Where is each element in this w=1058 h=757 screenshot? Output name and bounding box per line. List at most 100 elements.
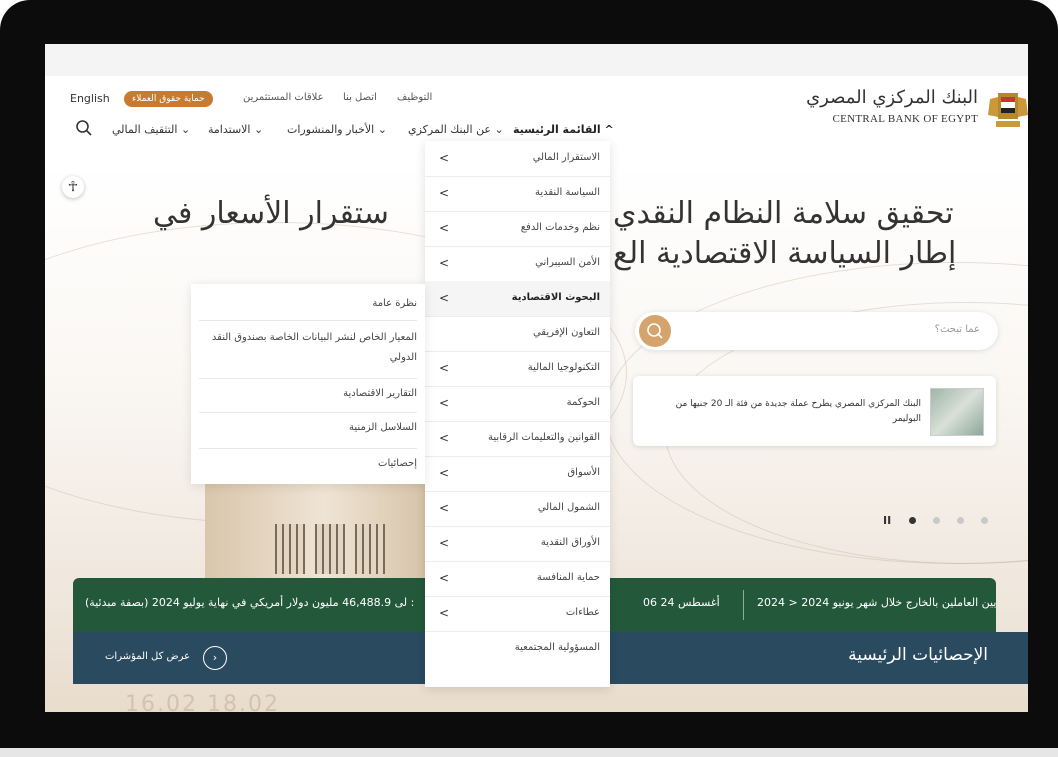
view-all-indicators-link[interactable]: عرض كل المؤشرات — [105, 651, 190, 662]
submenu-overview[interactable]: نظرة عامة — [199, 288, 417, 321]
carousel-dot[interactable] — [957, 517, 964, 524]
submenu-time-series[interactable]: السلاسل الزمنية — [199, 412, 417, 449]
main-menu-dropdown: < الاستقرار المالي < السياسة النقدية < نظم … — [425, 141, 610, 687]
menu-item-markets[interactable]: < الأسواق — [425, 456, 610, 492]
menu-item-label: التكنولوجيا المالية — [527, 362, 600, 373]
menu-item-label: الأسواق — [567, 467, 600, 478]
logo-arabic-name: البنك المركزي المصري — [806, 87, 978, 108]
nav-about[interactable]: عن البنك المركزي ⌄ — [408, 119, 504, 141]
site-search-bar[interactable]: عما تبحث؟ — [635, 312, 998, 350]
menu-item-governance[interactable]: < الحوكمة — [425, 386, 610, 422]
menu-item-label: القوانين والتعليمات الرقابية — [488, 432, 600, 443]
menu-item-monetary-policy[interactable]: < السياسة النقدية — [425, 176, 610, 212]
building-window — [275, 524, 305, 574]
menu-item-regulations[interactable]: < القوانين والتعليمات الرقابية — [425, 421, 610, 457]
chevron-left-icon: < — [439, 151, 450, 165]
carousel-dot[interactable] — [933, 517, 940, 524]
menu-item-banknotes[interactable]: < الأوراق النقدية — [425, 526, 610, 562]
menu-item-label: الاستقرار المالي — [532, 152, 600, 163]
banknote-thumbnail — [930, 388, 984, 436]
menu-item-financial-inclusion[interactable]: < الشمول المالي — [425, 491, 610, 527]
eagle-emblem-icon — [988, 93, 1028, 127]
search-icon[interactable] — [75, 119, 93, 137]
chevron-left-icon: < — [439, 256, 450, 270]
ticker-left-text: لى 46,488.9 مليون دولار أمريكي في نهاية … — [85, 596, 415, 609]
ticker-divider — [743, 590, 744, 620]
menu-item-label: حماية المنافسة — [536, 572, 600, 583]
menu-item-fintech[interactable]: < التكنولوجيا المالية — [425, 351, 610, 387]
submenu-label: نظرة عامة — [372, 298, 417, 309]
nav-news[interactable]: الأخبار والمنشورات ⌄ — [287, 119, 387, 141]
chevron-right-icon[interactable]: › — [203, 646, 227, 670]
news-card[interactable]: البنك المركزي المصري يطرح عملة جديدة من … — [633, 376, 996, 446]
accessibility-icon[interactable]: ☥ — [62, 176, 84, 198]
logo-english-name: CENTRAL BANK OF EGYPT — [832, 113, 978, 125]
submenu-label: السلاسل الزمنية — [349, 422, 417, 433]
background-numbers: 16.02 18.02 — [125, 692, 280, 712]
chevron-left-icon: < — [439, 571, 450, 585]
carousel-dot[interactable] — [981, 517, 988, 524]
menu-item-economic-research[interactable]: < البحوث الاقتصادية — [425, 281, 610, 317]
chevron-left-icon: < — [439, 606, 450, 620]
menu-item-label: المسؤولية المجتمعية — [514, 642, 600, 653]
menu-item-label: عطاءات — [565, 607, 600, 618]
building-window — [355, 524, 385, 574]
top-link-careers[interactable]: التوظيف — [397, 92, 432, 106]
menu-item-label: نظم وخدمات الدفع — [520, 222, 600, 233]
submenu-economic-reports[interactable]: التقارير الاقتصادية — [199, 378, 417, 413]
pause-button[interactable]: II — [883, 514, 891, 527]
ticker-right-text: 2024 > صريين العاملين بالخارج خلال شهر ي… — [757, 596, 996, 609]
carousel-dot-active[interactable] — [909, 517, 916, 524]
browser-viewport: English حماية حقوق العملاء علاقات المستث… — [45, 44, 1028, 712]
economic-research-submenu: نظرة عامة المعيار الخاص لنشر البيانات ال… — [191, 284, 425, 484]
hero-title-right: تحقيق سلامة النظام النقدي — [613, 196, 954, 231]
menu-item-label: الأمن السيبراني — [535, 257, 600, 268]
news-headline: البنك المركزي المصري يطرح عملة جديدة من … — [675, 399, 921, 424]
menu-item-tenders[interactable]: < عطاءات — [425, 596, 610, 632]
nav-sustainability[interactable]: الاستدامة ⌄ — [208, 119, 263, 141]
key-statistics-title: الإحصائيات الرئيسية — [848, 645, 988, 665]
chevron-left-icon: < — [439, 361, 450, 375]
menu-item-label: السياسة النقدية — [534, 187, 600, 198]
submenu-label: المعيار الخاص لنشر البيانات الخاصة بصندو… — [211, 332, 417, 363]
search-button[interactable] — [639, 315, 671, 347]
chevron-left-icon: < — [439, 501, 450, 515]
hero-title-line2: إطار السياسة الاقتصادية الع — [613, 236, 957, 271]
menu-item-label: الشمول المالي — [537, 502, 600, 513]
menu-item-financial-stability[interactable]: < الاستقرار المالي — [425, 141, 610, 177]
customer-protection-badge[interactable]: حماية حقوق العملاء — [124, 91, 213, 107]
menu-item-cybersecurity[interactable]: < الأمن السيبراني — [425, 246, 610, 282]
submenu-imf-sdds[interactable]: المعيار الخاص لنشر البيانات الخاصة بصندو… — [199, 320, 417, 379]
chevron-left-icon: < — [439, 431, 450, 445]
menu-item-payment-systems[interactable]: < نظم وخدمات الدفع — [425, 211, 610, 247]
nav-main-menu[interactable]: القائمة الرئيسية ^ — [505, 119, 622, 141]
top-strip — [45, 44, 1028, 76]
menu-item-label: التعاون الإفريقي — [532, 327, 600, 338]
menu-item-competition[interactable]: < حماية المنافسة — [425, 561, 610, 597]
menu-item-african-cooperation[interactable]: التعاون الإفريقي — [425, 316, 610, 352]
chevron-left-icon: < — [439, 536, 450, 550]
submenu-statistics[interactable]: إحصائيات — [199, 448, 417, 480]
menu-item-label: الحوكمة — [566, 397, 600, 408]
nav-financial-education[interactable]: التثقيف المالي ⌄ — [112, 119, 190, 141]
ticker-date: 06 أغسطس 24 — [643, 596, 720, 609]
top-link-investors[interactable]: علاقات المستثمرين — [243, 92, 324, 106]
chevron-left-icon: < — [439, 291, 450, 305]
search-icon — [647, 323, 663, 339]
chevron-left-icon: < — [439, 466, 450, 480]
hero-title-left: ستقرار الأسعار في — [153, 196, 389, 231]
submenu-label: إحصائيات — [378, 458, 417, 469]
top-link-contact[interactable]: اتصل بنا — [343, 92, 377, 106]
menu-item-label: الأوراق النقدية — [540, 537, 600, 548]
cbe-logo[interactable]: البنك المركزي المصري CENTRAL BANK OF EGY… — [806, 87, 1028, 133]
search-placeholder: عما تبحث؟ — [934, 324, 980, 335]
chevron-left-icon: < — [439, 396, 450, 410]
menu-item-label: البحوث الاقتصادية — [511, 292, 600, 303]
language-switch[interactable]: English — [70, 92, 110, 105]
chevron-left-icon: < — [439, 186, 450, 200]
chevron-left-icon: < — [439, 221, 450, 235]
menu-item-csr[interactable]: المسؤولية المجتمعية — [425, 631, 610, 666]
device-bezel-bottom — [0, 748, 1058, 757]
building-window — [315, 524, 345, 574]
submenu-label: التقارير الاقتصادية — [343, 388, 417, 399]
